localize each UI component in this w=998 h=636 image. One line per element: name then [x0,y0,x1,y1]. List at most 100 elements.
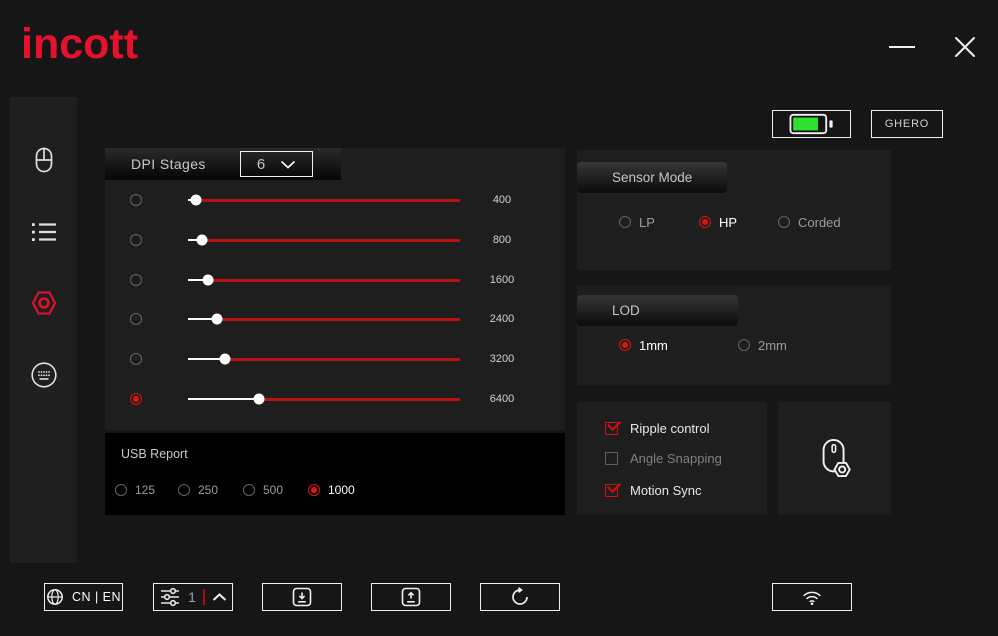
dpi-stage-radio[interactable] [130,353,142,365]
upload-config-button[interactable] [371,583,451,611]
dpi-stage-row: 3200 [105,351,565,367]
lod-radio[interactable] [738,339,750,351]
usb-rate-radio[interactable] [243,484,255,496]
chevron-down-icon [281,160,296,169]
dpi-slider[interactable] [188,234,460,246]
usb-rate-option[interactable]: 250 [178,482,218,498]
sensor-mode-radio[interactable] [778,216,790,228]
dpi-slider[interactable] [188,194,460,206]
sensor-mode-option[interactable]: LP [619,214,655,230]
dpi-stage-row: 1600 [105,272,565,288]
dpi-stage-row: 800 [105,232,565,248]
sensor-mode-option[interactable]: Corded [778,214,841,230]
toggle-label: Ripple control [630,420,710,436]
list-icon [31,223,56,241]
dpi-slider[interactable] [188,353,460,365]
usb-rate-option[interactable]: 1000 [308,482,355,498]
checkbox-icon[interactable] [605,421,618,435]
globe-icon [46,589,63,605]
dpi-value: 800 [492,234,512,246]
dpi-value: 6400 [489,393,515,405]
sensor-mode-label: HP [719,214,738,230]
device-button[interactable]: GHERO [871,110,943,138]
usb-rate-option[interactable]: 125 [115,482,155,498]
profile-number: 1 [188,589,196,605]
lod-radio[interactable] [619,339,631,351]
sensor-mode-label: Corded [798,214,841,230]
lod-title: LOD [612,303,640,318]
profile-selector-button[interactable]: 1 [153,583,233,611]
dpi-stage-row: 2400 [105,311,565,327]
dpi-value: 400 [492,194,512,206]
motion-sync-toggle[interactable]: Motion Sync [605,482,702,498]
angle-snapping-toggle[interactable]: Angle Snapping [605,450,722,466]
dpi-stage-count-dropdown[interactable]: 6 [240,151,313,177]
battery-icon [789,113,833,135]
chevron-up-icon [212,592,227,601]
checkbox-icon[interactable] [605,451,618,465]
dpi-stage-radio[interactable] [130,393,142,405]
slider-thumb[interactable] [202,274,214,286]
minimize-icon [889,46,915,48]
minimize-button[interactable] [886,36,918,58]
sidebar-item-mouse-buttons[interactable] [10,142,77,178]
sensor-mode-panel: Sensor Mode LP HP Corded [577,150,891,270]
download-config-button[interactable] [262,583,342,611]
sensor-mode-option[interactable]: HP [699,214,737,230]
dpi-stage-radio[interactable] [130,274,142,286]
checkbox-icon[interactable] [605,483,618,497]
close-icon [955,37,975,57]
dpi-slider[interactable] [188,274,460,286]
usb-rate-label: 250 [198,483,219,497]
slider-thumb[interactable] [211,313,223,325]
sensor-mode-radio[interactable] [699,216,711,228]
sidebar [10,97,77,563]
sensor-mode-radio[interactable] [619,216,631,228]
brand-logo: incott [21,20,139,68]
usb-rate-label: 125 [135,483,156,497]
app-window: incott GHERO DPI Stages 6 400 800 1600 2… [0,0,998,636]
usb-report-panel: USB Report 125 250 500 1000 [105,433,565,515]
dpi-header: DPI Stages 6 [105,148,341,180]
sidebar-item-macro-settings[interactable] [10,357,77,393]
ripple-control-toggle[interactable]: Ripple control [605,420,710,436]
mouse-settings-tile[interactable] [778,402,891,515]
dpi-title: DPI Stages [131,156,206,172]
language-toggle-button[interactable]: CN | EN [44,583,123,611]
battery-indicator [772,110,851,138]
lod-label: 1mm [639,337,668,353]
usb-rate-label: 1000 [328,483,355,497]
sidebar-item-key-settings[interactable] [10,214,77,250]
dpi-slider[interactable] [188,313,460,325]
slider-thumb[interactable] [219,353,231,365]
dpi-stage-radio[interactable] [130,194,142,206]
language-label: CN | EN [71,590,122,604]
slider-thumb[interactable] [196,234,208,246]
lod-option[interactable]: 1mm [619,337,668,353]
usb-rate-radio[interactable] [308,484,320,496]
usb-rate-radio[interactable] [115,484,127,496]
slider-thumb[interactable] [190,194,202,206]
lod-label: 2mm [758,337,787,353]
dpi-value: 1600 [489,274,515,286]
sensor-hexagon-icon [31,291,56,315]
dpi-slider[interactable] [188,393,460,405]
close-button[interactable] [949,33,981,61]
dpi-value: 2400 [489,313,515,325]
dpi-stage-radio[interactable] [130,313,142,325]
usb-rate-radio[interactable] [178,484,190,496]
refresh-icon [512,587,528,605]
sliders-icon [161,587,180,607]
wireless-button[interactable] [772,583,852,611]
lod-option[interactable]: 2mm [738,337,787,353]
dpi-stage-row: 6400 [105,391,565,407]
download-icon [292,587,312,607]
sync-button[interactable] [480,583,560,611]
toggle-label: Angle Snapping [630,450,722,466]
toggle-label: Motion Sync [630,482,702,498]
slider-thumb[interactable] [253,393,265,405]
usb-rate-option[interactable]: 500 [243,482,283,498]
sidebar-item-sensor-settings[interactable] [10,285,77,321]
dpi-stage-radio[interactable] [130,234,142,246]
mouse-gear-icon [822,438,851,477]
